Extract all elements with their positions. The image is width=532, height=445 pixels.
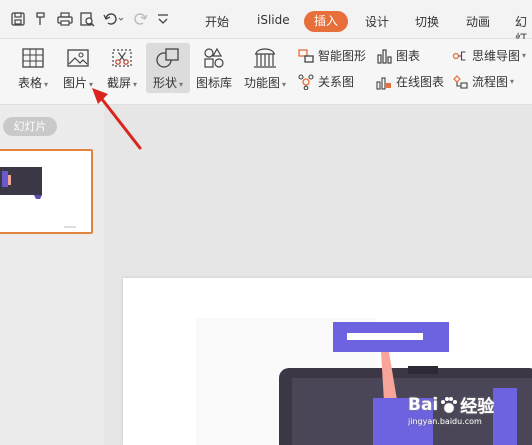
tab-transition[interactable]: 切换 [415, 13, 439, 30]
tab-insert[interactable]: 插入 [304, 11, 348, 32]
customize-dropdown-icon[interactable] [156, 11, 174, 29]
relation-chart-icon [298, 73, 314, 90]
print-icon[interactable] [56, 11, 74, 29]
tab-islide[interactable]: iSlide [257, 13, 290, 27]
paw-icon [441, 396, 458, 413]
flowchart-icon [453, 74, 468, 89]
shape-icon [156, 48, 179, 68]
bar-chart-icon [377, 48, 392, 64]
quick-access-toolbar [10, 10, 179, 30]
tab-design[interactable]: 设计 [365, 13, 389, 30]
mindmap-button[interactable]: 思维导图 ▾ [452, 47, 526, 64]
picture-label: 图片 [62, 76, 87, 90]
online-chart-label: 在线图表 [396, 75, 445, 89]
function-chart-button[interactable]: 功能图 ▾ [240, 47, 290, 91]
chart-button[interactable]: 图表 [376, 47, 420, 64]
smart-graphic-icon [298, 48, 314, 63]
undo-icon[interactable] [102, 11, 128, 29]
icon-library-label: 图标库 [195, 76, 232, 90]
online-chart-button[interactable]: 在线图表 [376, 73, 444, 90]
slides-tab[interactable]: 幻灯片 [3, 117, 57, 136]
chart-label: 图表 [396, 49, 421, 63]
relation-chart-button[interactable]: 关系图 [298, 73, 354, 90]
building-icon [254, 48, 276, 68]
icon-library-button[interactable]: 图标库 [193, 47, 235, 91]
icon-library-icon [204, 47, 224, 68]
watermark-url: jingyan.baidu.com [408, 417, 482, 426]
mindmap-label: 思维导图 [472, 49, 521, 63]
redo-icon[interactable] [133, 11, 151, 29]
tab-home[interactable]: 开始 [205, 13, 229, 30]
table-label: 表格 [17, 76, 42, 90]
relation-chart-label: 关系图 [318, 75, 355, 89]
online-chart-icon [376, 76, 391, 90]
watermark-brand: Bai [408, 394, 439, 415]
scissors-icon [112, 49, 132, 67]
format-painter-icon[interactable] [33, 11, 51, 29]
flowchart-label: 流程图 [472, 75, 509, 89]
table-icon [22, 48, 44, 68]
annotation-arrow [92, 88, 142, 150]
tab-animation[interactable]: 动画 [466, 13, 490, 30]
print-preview-icon[interactable] [79, 11, 97, 29]
mindmap-icon [452, 50, 466, 61]
smart-graphic-label: 智能图形 [318, 49, 367, 63]
flowchart-button[interactable]: 流程图 ▾ [452, 73, 514, 90]
slide-thumbnail[interactable] [0, 149, 93, 234]
title-bar: 开始 iSlide 插入 设计 切换 动画 幻灯 [0, 0, 532, 46]
save-icon[interactable] [10, 11, 28, 29]
smart-graphic-button[interactable]: 智能图形 [298, 47, 366, 64]
table-button[interactable]: 表格 ▾ [12, 47, 54, 91]
watermark-brand2: 经验 [460, 397, 495, 417]
baidu-watermark: Bai 经验 jingyan.baidu.com [408, 392, 495, 427]
slide-thumbnail-preview [0, 167, 76, 228]
picture-icon [67, 49, 89, 67]
function-chart-label: 功能图 [243, 76, 280, 90]
